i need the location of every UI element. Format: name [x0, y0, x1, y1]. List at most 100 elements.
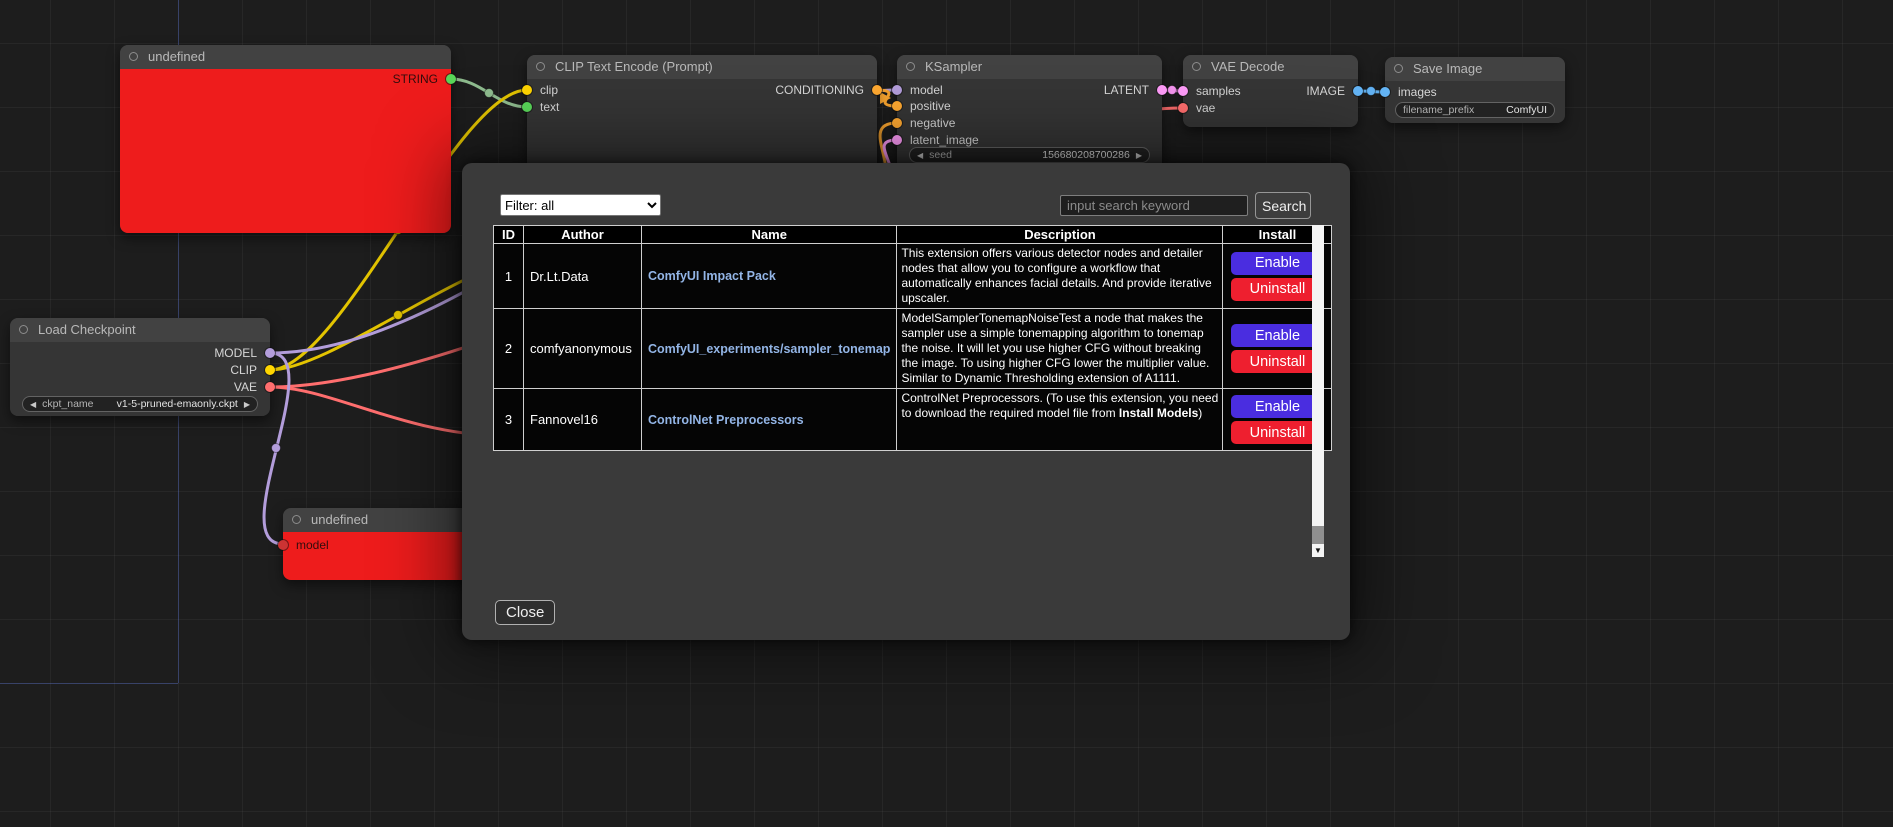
header-description: Description	[897, 226, 1223, 244]
search-button[interactable]: Search	[1255, 192, 1311, 219]
scrollbar-thumb[interactable]	[1312, 225, 1324, 526]
node-title: undefined	[148, 49, 205, 64]
output-dot-conditioning[interactable]	[872, 85, 882, 95]
node-title-bar[interactable]: Save Image	[1385, 57, 1565, 81]
enable-button[interactable]: Enable	[1231, 395, 1324, 418]
table-scrollbar[interactable]: ▼	[1312, 225, 1324, 557]
node-save-image[interactable]: Save Image images filename_prefix ComfyU…	[1385, 57, 1565, 123]
ckpt-name-widget[interactable]: ◀ ckpt_name v1-5-pruned-emaonly.ckpt ▶	[22, 396, 258, 412]
input-dot-model[interactable]	[278, 540, 288, 550]
seed-decrement-icon[interactable]: ◀	[917, 151, 923, 160]
header-name: Name	[642, 226, 897, 244]
row-description: This extension offers various detector n…	[897, 244, 1223, 309]
input-slot-positive: positive	[897, 98, 951, 114]
node-title-bar[interactable]: undefined	[120, 45, 451, 69]
row-id: 1	[494, 244, 524, 309]
seed-increment-icon[interactable]: ▶	[1136, 151, 1142, 160]
node-undefined-top[interactable]: undefined STRING	[120, 45, 451, 233]
row-description: ControlNet Preprocessors. (To use this e…	[897, 389, 1223, 451]
slot-label: MODEL	[214, 346, 257, 360]
row-author: Dr.Lt.Data	[524, 244, 642, 309]
seed-widget[interactable]: ◀ seed 156680208700286 ▶	[909, 147, 1150, 163]
slot-label: CLIP	[230, 363, 257, 377]
input-dot-samples[interactable]	[1178, 86, 1188, 96]
table-header-row: ID Author Name Description Install	[494, 226, 1332, 244]
collapse-dot-icon[interactable]	[19, 325, 28, 334]
output-dot-latent[interactable]	[1157, 85, 1167, 95]
widget-value[interactable]: ComfyUI	[1506, 104, 1547, 116]
collapse-dot-icon[interactable]	[1394, 64, 1403, 73]
collapse-dot-icon[interactable]	[292, 515, 301, 524]
output-slot-latent: LATENT	[1104, 82, 1162, 98]
search-input[interactable]	[1060, 195, 1248, 216]
widget-value[interactable]: v1-5-pruned-emaonly.ckpt	[117, 398, 238, 410]
row-id: 3	[494, 389, 524, 451]
extension-link[interactable]: ComfyUI_experiments/sampler_tonemap	[648, 342, 890, 356]
extension-link[interactable]: ControlNet Preprocessors	[648, 413, 804, 427]
extension-link[interactable]: ComfyUI Impact Pack	[648, 269, 776, 283]
slot-label: text	[540, 100, 559, 114]
link-midpoint-dot	[1168, 86, 1177, 95]
output-dot-model[interactable]	[265, 348, 275, 358]
input-dot-negative[interactable]	[892, 118, 902, 128]
node-title: Save Image	[1413, 61, 1482, 76]
extensions-table: ID Author Name Description Install 1 Dr.…	[493, 225, 1332, 451]
slot-label: negative	[910, 116, 955, 130]
node-title-bar[interactable]: KSampler	[897, 55, 1162, 79]
extension-row: 2 comfyanonymous ComfyUI_experiments/sam…	[494, 309, 1332, 389]
node-ksampler[interactable]: KSampler model positive negative latent_…	[897, 55, 1162, 180]
node-vae-decode[interactable]: VAE Decode samples vae IMAGE	[1183, 55, 1358, 127]
node-load-checkpoint[interactable]: Load Checkpoint MODEL CLIP VAE ◀ ckpt_na…	[10, 318, 270, 416]
output-dot-string[interactable]	[446, 74, 456, 84]
slot-label: model	[910, 83, 943, 97]
widget-value[interactable]: 156680208700286	[1042, 149, 1130, 161]
slot-label: vae	[1196, 101, 1215, 115]
uninstall-button[interactable]: Uninstall	[1231, 350, 1324, 373]
wire-string	[451, 79, 527, 107]
input-dot-latent-image[interactable]	[892, 135, 902, 145]
node-title: KSampler	[925, 59, 982, 74]
close-button[interactable]: Close	[495, 600, 555, 625]
output-dot-image[interactable]	[1353, 86, 1363, 96]
ckpt-decrement-icon[interactable]: ◀	[30, 400, 36, 409]
input-slot-latent-image: latent_image	[897, 132, 979, 148]
collapse-dot-icon[interactable]	[1192, 62, 1201, 71]
input-dot-images[interactable]	[1380, 87, 1390, 97]
link-arrow	[880, 92, 891, 104]
input-dot-text[interactable]	[522, 102, 532, 112]
row-author: Fannovel16	[524, 389, 642, 451]
ckpt-increment-icon[interactable]: ▶	[244, 400, 250, 409]
filename-prefix-widget[interactable]: filename_prefix ComfyUI	[1395, 102, 1555, 118]
collapse-dot-icon[interactable]	[129, 52, 138, 61]
slot-label: images	[1398, 85, 1437, 99]
widget-label: filename_prefix	[1403, 104, 1474, 116]
collapse-dot-icon[interactable]	[536, 62, 545, 71]
scrollbar-down-arrow-icon[interactable]: ▼	[1312, 544, 1324, 557]
output-slot-conditioning: CONDITIONING	[775, 82, 877, 98]
input-dot-clip[interactable]	[522, 85, 532, 95]
slot-label: model	[296, 538, 329, 552]
enable-button[interactable]: Enable	[1231, 252, 1324, 275]
node-title-bar[interactable]: VAE Decode	[1183, 55, 1358, 79]
link-midpoint-dot	[1367, 87, 1376, 96]
output-slot-vae: VAE	[234, 379, 270, 395]
uninstall-button[interactable]: Uninstall	[1231, 421, 1324, 444]
widget-label: seed	[929, 149, 952, 161]
node-title-bar[interactable]: CLIP Text Encode (Prompt)	[527, 55, 877, 79]
output-dot-vae[interactable]	[265, 382, 275, 392]
collapse-dot-icon[interactable]	[906, 62, 915, 71]
input-dot-vae[interactable]	[1178, 103, 1188, 113]
input-slot-model: model	[897, 82, 943, 98]
input-dot-model[interactable]	[892, 85, 902, 95]
header-author: Author	[524, 226, 642, 244]
node-title-bar[interactable]: Load Checkpoint	[10, 318, 270, 342]
uninstall-button[interactable]: Uninstall	[1231, 278, 1324, 301]
output-slot-clip: CLIP	[230, 362, 270, 378]
header-id: ID	[494, 226, 524, 244]
slot-label: LATENT	[1104, 83, 1149, 97]
input-dot-positive[interactable]	[892, 101, 902, 111]
enable-button[interactable]: Enable	[1231, 324, 1324, 347]
input-slot-vae: vae	[1183, 100, 1215, 116]
filter-select[interactable]: Filter: all	[500, 194, 661, 216]
output-dot-clip[interactable]	[265, 365, 275, 375]
